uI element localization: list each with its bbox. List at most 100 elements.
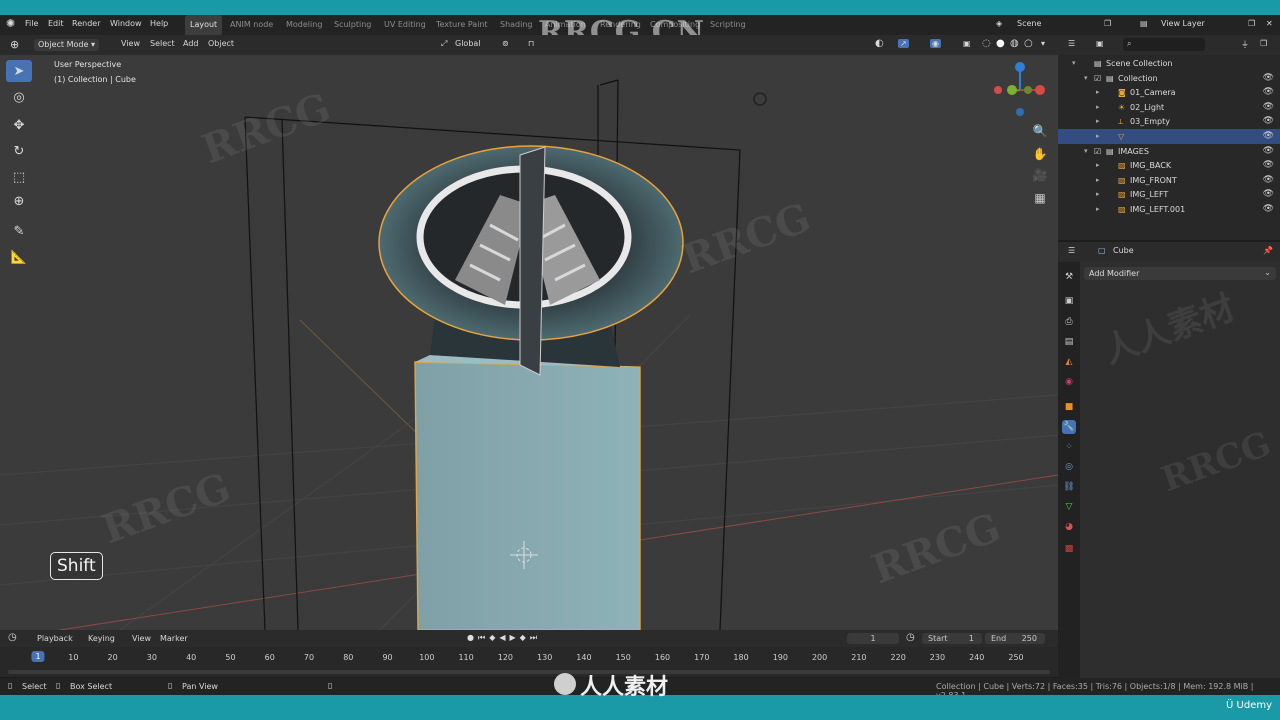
eye-icon[interactable]: 👁 [1263,114,1274,129]
camera-view-icon[interactable]: 🎥 [1031,166,1049,184]
expand-arrow-icon[interactable]: ▸ [1096,187,1100,202]
eye-icon[interactable]: 👁 [1263,202,1274,217]
checkbox-icon[interactable]: ☑ [1094,71,1101,86]
rotate-tool-icon[interactable]: ↻ [6,140,32,162]
overlay-toggle-icon[interactable]: ◉ [930,39,941,48]
next-keyframe-icon[interactable]: ◆ [520,633,526,644]
end-frame-field[interactable]: End 250 [985,633,1045,644]
tool-tab-icon[interactable]: ⚒ [1062,270,1076,284]
record-icon[interactable]: ● [467,633,474,644]
menu-marker[interactable]: Marker [160,634,188,643]
outliner-row[interactable]: ▾ ▤ Scene Collection [1058,56,1280,71]
timeline-track[interactable]: 1 10 20 30 40 50 60 70 80 90 100 110 120 130 140 150 160… [0,647,1058,677]
outliner-row[interactable]: ▸ ▨ IMG_FRONT 👁 [1058,173,1280,188]
outliner-row[interactable]: ▸ ▽ 👁 [1058,129,1280,144]
expand-arrow-icon[interactable]: ▾ [1084,71,1088,86]
object-tab-icon[interactable]: ■ [1062,400,1076,414]
expand-arrow-icon[interactable]: ▸ [1096,158,1100,173]
expand-arrow-icon[interactable]: ▸ [1096,85,1100,100]
eye-icon[interactable]: 👁 [1263,85,1274,100]
scene-name[interactable]: Scene [1017,19,1041,28]
expand-arrow-icon[interactable]: ▸ [1096,173,1100,188]
tab-uv-editing[interactable]: UV Editing [379,15,431,35]
expand-arrow-icon[interactable]: ▸ [1096,129,1100,144]
outliner-search-input[interactable]: ⌕ [1123,38,1205,51]
xray-icon[interactable]: ▣ [963,39,971,48]
snap-icon[interactable]: ⊓ [528,39,534,48]
menu-file[interactable]: File [25,19,38,28]
modifier-tab-icon[interactable]: 🔧 [1062,420,1076,434]
tab-scripting[interactable]: Scripting [705,15,751,35]
expand-arrow-icon[interactable]: ▾ [1084,144,1088,159]
scale-tool-icon[interactable]: ⬚ [6,166,32,188]
view-layer-name[interactable]: View Layer [1161,19,1205,28]
menu-view[interactable]: View [121,39,140,48]
display-mode-icon[interactable]: ▣ [1096,39,1104,48]
tab-sculpting[interactable]: Sculpting [329,15,376,35]
cursor-tool-icon[interactable]: ◎ [6,86,32,108]
outliner-row[interactable]: ▸ ◙ 01_Camera 👁 [1058,85,1280,100]
pivot-icon[interactable]: ⊚ [502,39,509,48]
tab-shading[interactable]: Shading [495,15,538,35]
outliner-row[interactable]: ▾ ☑ ▤ IMAGES 👁 [1058,144,1280,159]
checkbox-icon[interactable]: ☑ [1094,144,1101,159]
ortho-toggle-icon[interactable]: ▦ [1031,189,1049,207]
transform-orientation-dropdown[interactable]: Global [455,39,481,48]
menu-object[interactable]: Object [208,39,234,48]
expand-arrow-icon[interactable]: ▸ [1096,114,1100,129]
filter-icon[interactable]: ⏚ [1241,39,1249,50]
select-box-tool-icon[interactable]: ➤ [6,60,32,82]
outliner-row[interactable]: ▸ ▨ IMG_LEFT 👁 [1058,187,1280,202]
data-tab-icon[interactable]: ▽ [1062,500,1076,514]
menu-window[interactable]: Window [110,19,142,28]
output-tab-icon[interactable]: ⎙ [1062,315,1076,329]
timeline-scrollbar[interactable] [8,670,1050,674]
menu-add[interactable]: Add [183,39,199,48]
pin-icon[interactable]: 📌 [1263,246,1273,255]
menu-help[interactable]: Help [150,19,168,28]
blender-logo-icon[interactable]: ✺ [6,17,15,30]
add-modifier-dropdown[interactable]: Add Modifier ⌄ [1084,267,1276,280]
scene-new-icon[interactable]: ❐ [1104,19,1111,28]
outliner-editor-icon[interactable]: ☰ [1068,39,1075,48]
new-collection-icon[interactable]: ❐ [1260,39,1267,48]
eye-icon[interactable]: 👁 [1263,158,1274,173]
view-layer-new-icon[interactable]: ❐ [1248,19,1255,28]
menu-playback[interactable]: Playback [37,634,73,643]
menu-edit[interactable]: Edit [48,19,64,28]
material-shading-icon[interactable]: ◍ [1010,38,1019,49]
visibility-icon[interactable]: ◐ [875,38,884,49]
transform-tool-icon[interactable]: ⊕ [6,190,32,212]
rendered-shading-icon[interactable]: ○ [1024,38,1033,49]
expand-arrow-icon[interactable]: ▾ [1072,56,1076,71]
tab-texture-paint[interactable]: Texture Paint [431,15,493,35]
measure-tool-icon[interactable]: 📐 [6,246,32,268]
particles-tab-icon[interactable]: ⁘ [1062,440,1076,454]
material-tab-icon[interactable]: ◕ [1062,520,1076,534]
zoom-view-icon[interactable]: 🔍 [1031,122,1049,140]
tab-modeling[interactable]: Modeling [281,15,327,35]
eye-icon[interactable]: 👁 [1263,187,1274,202]
expand-arrow-icon[interactable]: ▸ [1096,100,1100,115]
expand-arrow-icon[interactable]: ▸ [1096,202,1100,217]
constraints-tab-icon[interactable]: ⛓ [1062,480,1076,494]
editor-type-icon[interactable]: ⊕ [10,38,19,51]
view-layer-remove-icon[interactable]: ✕ [1266,19,1273,28]
move-tool-icon[interactable]: ✥ [6,114,32,136]
properties-editor-icon[interactable]: ☰ [1068,246,1075,255]
prev-keyframe-icon[interactable]: ◆ [489,633,495,644]
eye-icon[interactable]: 👁 [1263,144,1274,159]
shading-options-icon[interactable]: ▾ [1041,39,1045,48]
tab-anim-node[interactable]: ANIM node [225,15,278,35]
outliner-row[interactable]: ▸ ⟂ 03_Empty 👁 [1058,114,1280,129]
gizmo-toggle-icon[interactable]: ↗ [898,39,909,48]
pan-view-icon[interactable]: ✋ [1031,145,1049,163]
timeline-editor-icon[interactable]: ◷ [8,632,17,643]
eye-icon[interactable]: 👁 [1263,129,1274,144]
scene-tab-icon[interactable]: ◭ [1062,355,1076,369]
texture-tab-icon[interactable]: ▩ [1062,542,1076,556]
physics-tab-icon[interactable]: ◎ [1062,460,1076,474]
menu-keying[interactable]: Keying [88,634,115,643]
eye-icon[interactable]: 👁 [1263,71,1274,86]
world-tab-icon[interactable]: ◉ [1062,375,1076,389]
